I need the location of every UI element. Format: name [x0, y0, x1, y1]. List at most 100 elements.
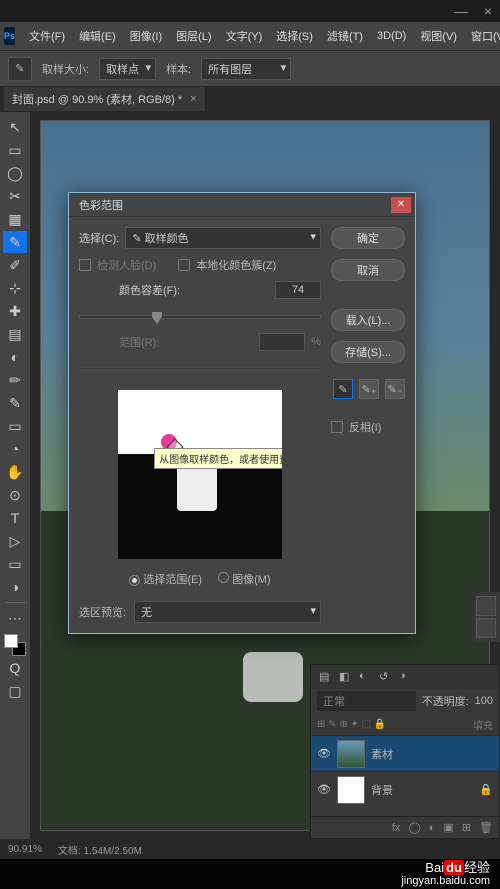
- menu-file[interactable]: 文件(F): [23, 24, 71, 48]
- watermark-brand: Baidu经验: [425, 861, 490, 875]
- dock-icon[interactable]: [476, 618, 496, 638]
- menu-select[interactable]: 选择(S): [270, 24, 319, 48]
- trash-icon[interactable]: 🗑: [479, 821, 493, 834]
- menu-view[interactable]: 视图(V): [414, 24, 463, 48]
- save-button[interactable]: 存储(S)...: [331, 341, 405, 363]
- detect-faces-label: 检测人脸(D): [97, 257, 156, 273]
- sample-size-label: 取样大小:: [42, 61, 89, 77]
- select-dropdown[interactable]: ✎ 取样颜色: [125, 227, 321, 249]
- mask-icon[interactable]: ◯: [408, 821, 420, 834]
- document-tabs: 封面.psd @ 90.9% (素材, RGB/8) * ×: [0, 86, 500, 112]
- selection-radio[interactable]: 选择范围(E): [129, 571, 202, 587]
- eyedropper-minus-icon[interactable]: ✎₋: [385, 379, 405, 399]
- stamp-tool[interactable]: ✚: [3, 300, 27, 322]
- history-brush-tool[interactable]: ▤: [3, 323, 27, 345]
- menu-type[interactable]: 文字(Y): [220, 24, 269, 48]
- fx-icon[interactable]: fx: [392, 822, 401, 834]
- window-close[interactable]: ×: [484, 3, 492, 19]
- blend-mode-select[interactable]: 正常: [317, 691, 416, 711]
- menu-edit[interactable]: 编辑(E): [73, 24, 122, 48]
- menu-image[interactable]: 图像(I): [124, 24, 168, 48]
- eyedropper-tool-icon[interactable]: ✎: [8, 57, 32, 81]
- eyedropper-tool[interactable]: ✎: [3, 231, 27, 253]
- layer-name: 素材: [371, 746, 393, 762]
- gradient-tool[interactable]: ✏: [3, 369, 27, 391]
- move-tool[interactable]: ↖: [3, 116, 27, 138]
- load-button[interactable]: 载入(L)...: [331, 309, 405, 331]
- layers-tab-icon[interactable]: ▤: [319, 670, 333, 684]
- edit-toolbar[interactable]: ⋯: [3, 607, 27, 629]
- dialog-close-button[interactable]: ✕: [391, 197, 411, 213]
- detect-faces-checkbox: [79, 259, 91, 271]
- dialog-title: 色彩范围: [73, 197, 123, 213]
- ellipse-tool[interactable]: ◑: [3, 576, 27, 598]
- document-tab-title: 封面.psd @ 90.9% (素材, RGB/8) *: [12, 91, 182, 107]
- frame-tool[interactable]: ▦: [3, 208, 27, 230]
- range-slider: [79, 367, 321, 371]
- layer-row[interactable]: 👁 背景 🔒: [311, 771, 499, 807]
- slider-thumb[interactable]: [152, 312, 162, 324]
- menu-filter[interactable]: 滤镜(T): [321, 24, 369, 48]
- paths-tab-icon[interactable]: ◐: [359, 670, 373, 684]
- menu-window[interactable]: 窗口(V: [465, 24, 500, 48]
- menu-bar: Ps 文件(F) 编辑(E) 图像(I) 图层(L) 文字(Y) 选择(S) 滤…: [0, 22, 500, 50]
- preview-select[interactable]: 无: [134, 601, 321, 623]
- type-tool[interactable]: T: [3, 507, 27, 529]
- lock-icons[interactable]: ⊞ ✎ ⊕ ✦ ⬚ 🔒: [317, 719, 386, 730]
- path-tool[interactable]: ▷: [3, 530, 27, 552]
- foreground-color[interactable]: [4, 634, 18, 648]
- dodge-tool[interactable]: ▭: [3, 415, 27, 437]
- crop-tool[interactable]: ✂: [3, 185, 27, 207]
- layer-thumbnail[interactable]: [337, 776, 365, 804]
- marquee-tool[interactable]: ▭: [3, 139, 27, 161]
- new-layer-icon[interactable]: ⊞: [462, 821, 471, 834]
- cancel-button[interactable]: 取消: [331, 259, 405, 281]
- visibility-icon[interactable]: 👁: [317, 747, 331, 760]
- localized-checkbox[interactable]: [178, 259, 190, 271]
- hand-tool[interactable]: ✋: [3, 461, 27, 483]
- menu-layer[interactable]: 图层(L): [170, 24, 217, 48]
- zoom-level[interactable]: 90.91%: [8, 844, 42, 855]
- blur-tool[interactable]: ✎: [3, 392, 27, 414]
- visibility-icon[interactable]: 👁: [317, 783, 331, 796]
- history-tab-icon[interactable]: ↺: [379, 670, 393, 684]
- rect-tool[interactable]: ▭: [3, 553, 27, 575]
- layer-thumbnail[interactable]: [337, 740, 365, 768]
- layer-row[interactable]: 👁 素材: [311, 735, 499, 771]
- close-tab-icon[interactable]: ×: [190, 93, 196, 105]
- eyedropper-icon[interactable]: ✎: [333, 379, 353, 399]
- image-subject: [243, 652, 303, 702]
- options-bar: ✎ 取样大小: 取样点 样本: 所有图层: [0, 50, 500, 86]
- color-swatch[interactable]: [4, 634, 26, 656]
- fuzziness-input[interactable]: [275, 281, 321, 299]
- eraser-tool[interactable]: ◐: [3, 346, 27, 368]
- document-tab[interactable]: 封面.psd @ 90.9% (素材, RGB/8) * ×: [4, 87, 205, 111]
- sample-size-select[interactable]: 取样点: [99, 58, 156, 80]
- brush-tool[interactable]: ⊹: [3, 277, 27, 299]
- eyedropper-plus-icon[interactable]: ✎₊: [359, 379, 379, 399]
- adjust-tab-icon[interactable]: ◑: [399, 670, 413, 684]
- window-min[interactable]: —: [454, 3, 468, 19]
- dock-icon[interactable]: [476, 596, 496, 616]
- range-input: [259, 333, 305, 351]
- preview-area[interactable]: 从图像取样颜色，或者使用预定义的颜色范围: [118, 390, 282, 559]
- healing-tool[interactable]: ✐: [3, 254, 27, 276]
- channels-tab-icon[interactable]: ◧: [339, 670, 353, 684]
- tooltip: 从图像取样颜色，或者使用预定义的颜色范围: [154, 448, 282, 469]
- menu-3d[interactable]: 3D(D): [371, 26, 412, 46]
- layers-panel: ▤ ◧ ◐ ↺ ◑ 正常 不透明度: 100 ⊞ ✎ ⊕ ✦ ⬚ 🔒 填充 👁 …: [310, 664, 500, 839]
- folder-icon[interactable]: ▣: [443, 821, 453, 834]
- pen-tool[interactable]: ◔: [3, 438, 27, 460]
- lasso-tool[interactable]: ◯: [3, 162, 27, 184]
- image-radio[interactable]: 图像(M): [218, 571, 271, 587]
- invert-checkbox[interactable]: [331, 421, 343, 433]
- sample-select[interactable]: 所有图层: [201, 58, 291, 80]
- screenmode-tool[interactable]: ▢: [3, 680, 27, 702]
- adjust-icon[interactable]: ◐: [429, 822, 436, 834]
- quickmask-tool[interactable]: Q: [3, 657, 27, 679]
- zoom-tool[interactable]: ⊙: [3, 484, 27, 506]
- localized-label: 本地化颜色簇(Z): [196, 257, 276, 273]
- opacity-value[interactable]: 100: [475, 695, 493, 707]
- ok-button[interactable]: 确定: [331, 227, 405, 249]
- fuzziness-slider[interactable]: [79, 315, 321, 319]
